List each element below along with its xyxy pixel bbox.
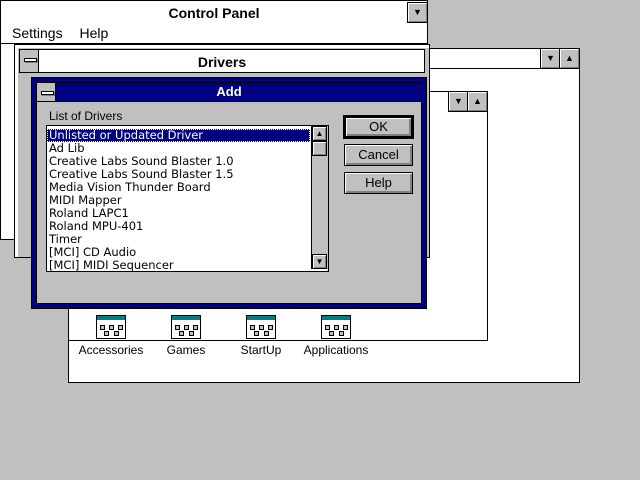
scroll-up-arrow-icon[interactable]: ▲ [312, 126, 327, 141]
system-menu-icon[interactable] [37, 83, 56, 101]
program-group-icon [171, 315, 201, 339]
menu-bar: Settings Help [1, 23, 427, 44]
dialog-title: Add [216, 84, 242, 99]
scroll-up-arrow-icon[interactable]: ▲ [559, 48, 580, 69]
list-items: Unlisted or Updated Driver Ad Lib Creati… [47, 129, 310, 272]
list-item[interactable]: Roland MPU-401 [47, 220, 310, 233]
group-icon-accessories[interactable]: Accessories [76, 315, 146, 357]
list-label: List of Drivers [49, 109, 122, 123]
group-label: StartUp [240, 343, 282, 357]
group-icon-games[interactable]: Games [151, 315, 221, 357]
group-label: Accessories [78, 343, 144, 357]
system-menu-icon[interactable] [20, 50, 39, 72]
add-dialog-titlebar[interactable]: Add [37, 83, 421, 102]
list-scrollbar[interactable]: ▲ ▼ [311, 126, 328, 269]
group-label: Applications [303, 343, 369, 357]
group-icon-applications[interactable]: Applications [301, 315, 371, 357]
group-icon-startup[interactable]: StartUp [226, 315, 296, 357]
ok-button-label: OK [369, 119, 388, 134]
program-group-icon [96, 315, 126, 339]
driver-listbox[interactable]: Unlisted or Updated Driver Ad Lib Creati… [46, 125, 329, 272]
menu-item-settings[interactable]: Settings [12, 25, 63, 41]
scroll-down-arrow-icon[interactable]: ▼ [540, 48, 561, 69]
window-title: Control Panel [168, 5, 260, 21]
dialog-title: Drivers [197, 54, 247, 70]
control-panel-titlebar[interactable]: Control Panel [1, 1, 427, 24]
list-label-text: List of Drivers [49, 109, 123, 123]
cancel-button-label: Cancel [358, 147, 399, 162]
scroll-thumb[interactable] [312, 141, 327, 156]
minimize-icon[interactable]: ▼ [407, 2, 428, 23]
program-group-icon [321, 315, 351, 339]
ok-button[interactable]: OK [343, 115, 414, 139]
list-item[interactable]: Unlisted or Updated Driver [47, 129, 310, 142]
cancel-button[interactable]: Cancel [344, 144, 413, 166]
minimize-icon[interactable]: ▼ [448, 91, 469, 112]
list-item[interactable]: [MCI] MIDI Sequencer [47, 259, 310, 272]
group-label: Games [166, 343, 206, 357]
maximize-icon[interactable]: ▲ [467, 91, 488, 112]
menu-item-help[interactable]: Help [79, 25, 108, 41]
add-dialog: Add List of Drivers Unlisted or Updated … [31, 77, 427, 309]
drivers-titlebar[interactable]: Drivers [19, 49, 425, 73]
program-group-icon [246, 315, 276, 339]
help-button-label: Help [365, 175, 392, 190]
add-dialog-body: Add List of Drivers Unlisted or Updated … [36, 82, 422, 304]
help-button[interactable]: Help [344, 172, 413, 194]
scroll-down-arrow-icon[interactable]: ▼ [312, 254, 327, 269]
